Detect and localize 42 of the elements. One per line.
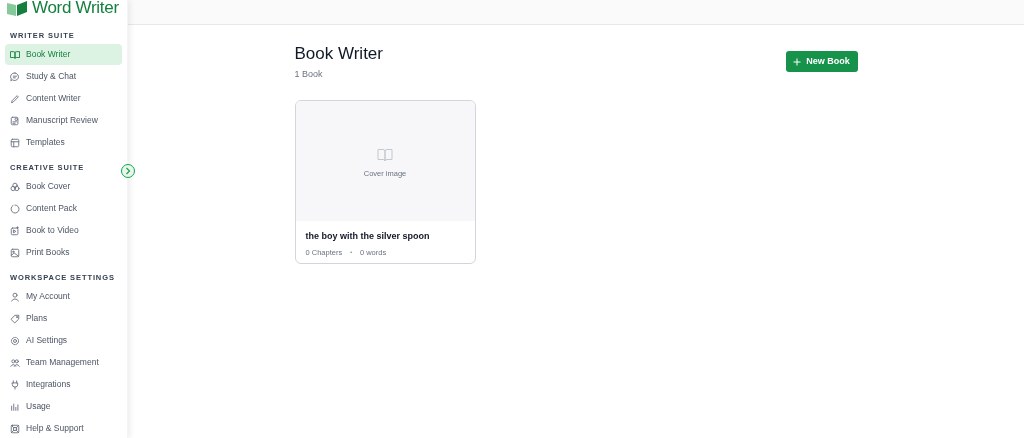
nav-item[interactable]: Book Writer bbox=[5, 44, 122, 65]
nav-item[interactable]: AI Settings bbox=[5, 330, 122, 351]
nav-item[interactable]: My Account bbox=[5, 286, 122, 307]
book-count: 1 Book bbox=[294, 68, 324, 81]
layout-icon bbox=[10, 137, 20, 148]
plug-icon bbox=[10, 379, 20, 390]
logo-text: Word Writer bbox=[32, 0, 119, 20]
nav-item[interactable]: Team Management bbox=[5, 352, 122, 373]
logo-icon bbox=[6, 0, 28, 16]
users-icon bbox=[10, 357, 20, 368]
book-title: the boy with the silver spoon bbox=[305, 229, 431, 243]
nav-item[interactable]: Usage bbox=[5, 396, 122, 417]
expand-button[interactable] bbox=[121, 164, 135, 178]
document-icon bbox=[10, 115, 20, 126]
nav-item[interactable]: Book to Video bbox=[5, 220, 122, 241]
nav-item[interactable]: Plans bbox=[5, 308, 122, 329]
nav-item[interactable]: Content Writer bbox=[5, 88, 122, 109]
nav-item[interactable]: Manuscript Review bbox=[5, 110, 122, 131]
page-title: Book Writer bbox=[294, 44, 383, 64]
book-icon bbox=[10, 49, 20, 60]
camera-icon bbox=[10, 225, 20, 236]
nav-item[interactable]: Content Pack bbox=[5, 198, 122, 219]
nav-item[interactable]: Print Books bbox=[5, 242, 122, 263]
bars-icon bbox=[10, 401, 20, 412]
new-book-button[interactable]: New Book bbox=[785, 51, 858, 72]
nav-item[interactable]: Help & Support bbox=[5, 418, 122, 438]
dashed-circle-icon bbox=[10, 203, 20, 214]
nav-item[interactable]: Templates bbox=[5, 132, 122, 153]
nav-item[interactable]: Study & Chat bbox=[5, 66, 122, 87]
plus-icon bbox=[793, 57, 802, 66]
nav-item[interactable]: Integrations bbox=[5, 374, 122, 395]
user-icon bbox=[10, 291, 20, 302]
book-icon bbox=[377, 147, 393, 162]
chat-bubble-icon bbox=[10, 71, 20, 82]
pencil-icon bbox=[10, 93, 20, 104]
tag-icon bbox=[10, 313, 20, 324]
chevron-right-icon bbox=[125, 167, 131, 175]
nav-item[interactable]: Book Cover bbox=[5, 176, 122, 197]
image-icon bbox=[10, 247, 20, 258]
gear-icon bbox=[10, 335, 20, 346]
lifebuoy-icon bbox=[10, 423, 20, 434]
circles-icon bbox=[10, 181, 20, 192]
